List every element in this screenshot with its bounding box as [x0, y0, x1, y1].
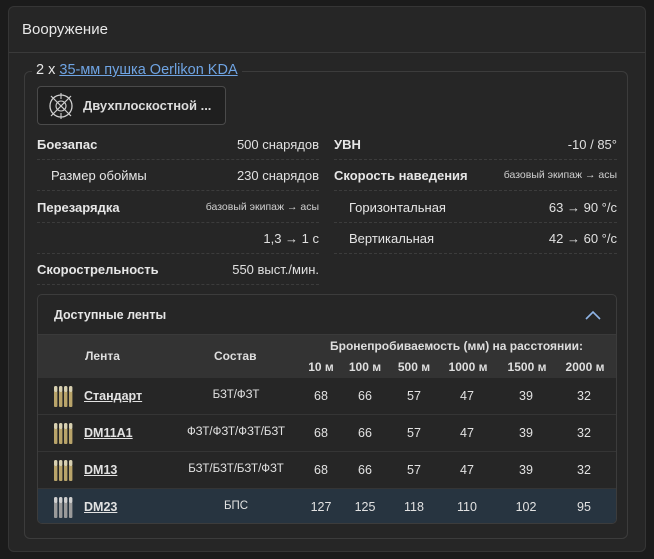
penetration-value: 57: [407, 426, 421, 440]
table-row[interactable]: DM11A1 ФЗТ/ФЗТ/ФЗТ/БЗТ 68 66 57 47 39 32: [38, 415, 616, 452]
belt-name[interactable]: Стандарт: [84, 389, 142, 403]
penetration-value: 32: [577, 389, 591, 403]
stat-reload-time: 1,3 → 1 с: [37, 223, 319, 254]
stat-clip-size: Размер обоймы 230 снарядов: [37, 160, 319, 191]
ammo-belt-icon: [54, 423, 73, 444]
col-distance: 1500 м: [507, 360, 547, 374]
col-composition: Состав: [214, 349, 257, 363]
stat-value: 1,3 → 1 с: [263, 230, 319, 246]
mode-button[interactable]: Двухплоскостной ...: [37, 86, 226, 125]
ammo-belt-icon: [54, 497, 73, 518]
panel-title: Вооружение: [9, 7, 645, 53]
penetration-value: 127: [310, 500, 332, 514]
belt-name[interactable]: DM13: [84, 463, 117, 477]
belt-composition: БЗТ/БЗТ/БЗТ/ФЗТ: [188, 463, 284, 475]
chevron-up-icon[interactable]: [584, 309, 602, 321]
penetration-value: 68: [314, 389, 328, 403]
stat-label: УВН: [334, 136, 361, 152]
stat-value: 42 → 60 °/c: [548, 230, 617, 246]
penetration-value: 57: [407, 389, 421, 403]
belt-composition: БЗТ/ФЗТ: [212, 389, 260, 401]
col-penetration: Бронепробиваемость (мм) на расстоянии:: [330, 339, 584, 353]
stat-fire-rate: Скорострельность 550 выст./мин.: [37, 254, 319, 285]
belt-name[interactable]: DM11A1: [84, 426, 133, 440]
stat-label: Горизонтальная: [349, 199, 446, 215]
stat-value: 550 выст./мин.: [232, 261, 319, 277]
penetration-value: 39: [519, 426, 533, 440]
stat-label: Боезапас: [37, 136, 98, 152]
penetration-value: 66: [358, 426, 372, 440]
penetration-value: 39: [519, 389, 533, 403]
col-distance: 2000 м: [565, 360, 605, 374]
stat-reload: Перезарядка базовый экипаж → асы: [37, 192, 319, 223]
belt-composition: ФЗТ/ФЗТ/ФЗТ/БЗТ: [186, 426, 286, 438]
ammo-belt-icon: [54, 460, 73, 481]
penetration-value: 118: [404, 500, 424, 514]
stat-value: -10 / 85°: [567, 136, 617, 152]
table-row[interactable]: Стандарт БЗТ/ФЗТ 68 66 57 47 39 32: [38, 378, 616, 415]
penetration-value: 47: [460, 463, 474, 477]
stat-traverse-speed: Скорость наведения базовый экипаж → асы: [334, 160, 617, 191]
belts-header[interactable]: Доступные ленты: [38, 295, 616, 335]
penetration-value: 95: [577, 500, 591, 514]
stat-value: базовый экипаж → асы: [205, 201, 319, 213]
stat-label: Перезарядка: [37, 199, 120, 215]
penetration-value: 32: [577, 426, 591, 440]
table-row[interactable]: DM23 БПС 127 125 118 110 102 95: [38, 489, 616, 523]
mode-button-label: Двухплоскостной ...: [83, 98, 212, 113]
col-distance: 500 м: [397, 360, 431, 374]
weapon-name-link[interactable]: 35-мм пушка Oerlikon KDA: [59, 62, 237, 78]
stat-value: 500 снарядов: [236, 136, 319, 152]
stat-label: Размер обоймы: [51, 167, 147, 183]
penetration-value: 66: [358, 463, 372, 477]
col-belt: Лента: [85, 349, 120, 363]
weapon-header: 2 x 35-мм пушка Oerlikon KDA: [32, 62, 242, 78]
crosshair-icon: [49, 92, 73, 119]
stat-label: Скорострельность: [37, 261, 159, 277]
stat-elevation: УВН -10 / 85°: [334, 129, 617, 160]
stat-ammo: Боезапас 500 снарядов: [37, 129, 319, 160]
stat-value: базовый экипаж → асы: [503, 169, 617, 181]
table-header: Лента Состав Бронепробиваемость (мм) на …: [38, 335, 616, 378]
belt-composition: БПС: [223, 500, 249, 512]
penetration-value: 47: [460, 426, 474, 440]
stat-label: Скорость наведения: [334, 167, 468, 183]
col-distance: 10 м: [308, 360, 334, 374]
penetration-value: 47: [460, 389, 474, 403]
stat-value: 230 снарядов: [236, 167, 319, 183]
stat-label: Вертикальная: [349, 230, 435, 246]
penetration-value: 66: [358, 389, 372, 403]
penetration-value: 39: [519, 463, 533, 477]
penetration-value: 68: [314, 463, 328, 477]
table-row[interactable]: DM13 БЗТ/БЗТ/БЗТ/ФЗТ 68 66 57 47 39 32: [38, 452, 616, 489]
col-distance: 100 м: [348, 360, 382, 374]
belt-name[interactable]: DM23: [84, 500, 117, 514]
belts-panel: Доступные ленты Лента Состав Бронепробив…: [37, 294, 617, 524]
stat-value: 63 → 90 °/c: [548, 199, 617, 215]
penetration-value: 32: [577, 463, 591, 477]
penetration-value: 110: [457, 500, 477, 514]
penetration-value: 68: [314, 426, 328, 440]
stat-horizontal: Горизонтальная 63 → 90 °/c: [334, 192, 617, 223]
belts-title: Доступные ленты: [54, 307, 167, 322]
ammo-belt-icon: [54, 386, 73, 407]
weapon-count: 2 x: [36, 62, 56, 78]
penetration-value: 102: [515, 500, 537, 514]
col-distance: 1000 м: [448, 360, 488, 374]
stat-vertical: Вертикальная 42 → 60 °/c: [334, 223, 617, 254]
penetration-value: 57: [407, 463, 421, 477]
penetration-value: 125: [354, 500, 376, 514]
